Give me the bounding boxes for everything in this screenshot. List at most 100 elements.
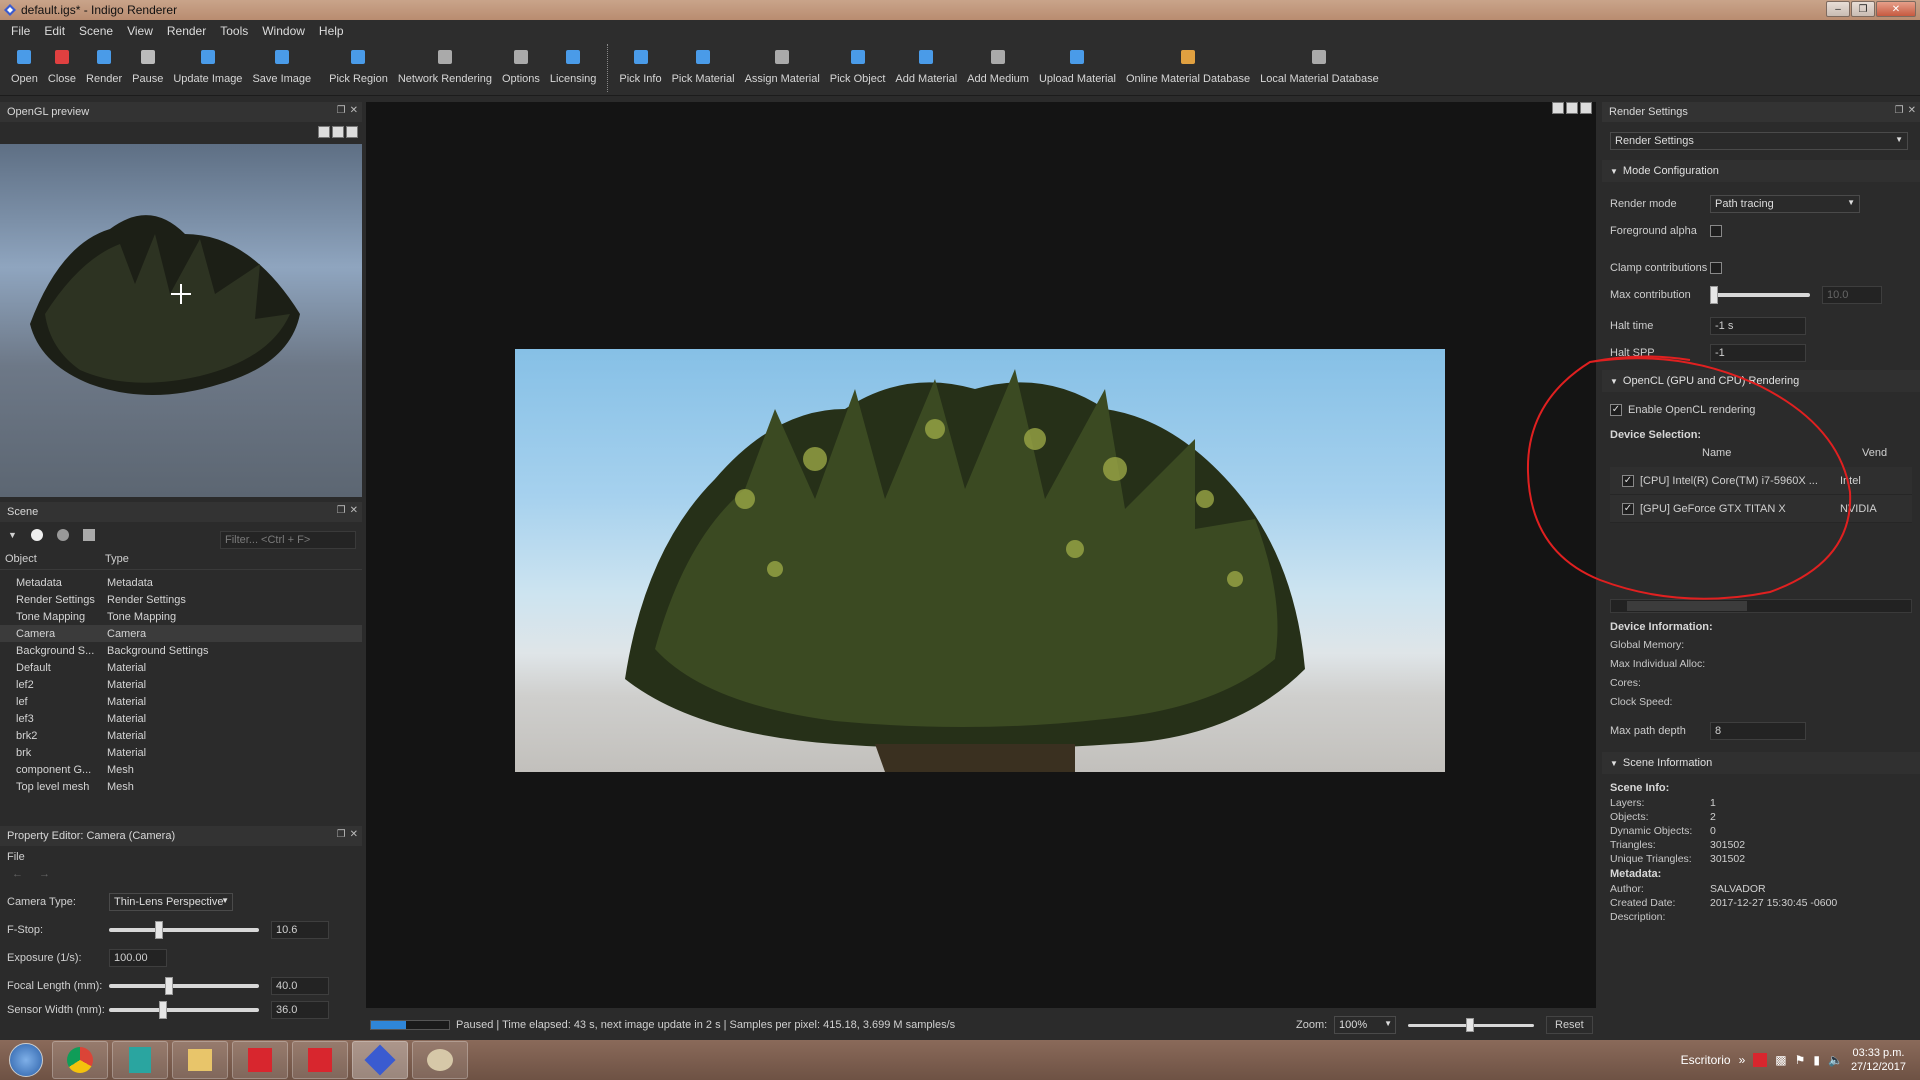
toolbar-pick-object-button[interactable]: Pick Object [825,42,891,94]
toolbar-add-material-button[interactable]: Add Material [890,42,962,94]
render-view-fit-button[interactable] [1566,102,1578,114]
fstop-slider[interactable] [109,921,259,939]
toolbar-pause-button[interactable]: Pause [127,42,168,94]
menu-scene[interactable]: Scene [72,24,120,38]
collapse-icon[interactable]: ▼ [8,530,17,540]
taskbar-app2[interactable] [112,1041,168,1079]
camera-type-select[interactable]: Thin-Lens Perspective ▼ [109,893,233,911]
render-mode-select[interactable]: Path tracing ▼ [1710,194,1860,213]
tray-app-icon[interactable] [1753,1053,1768,1067]
menu-render[interactable]: Render [160,24,213,38]
toolbar-pick-info-button[interactable]: Pick Info [614,42,666,94]
device-table-scrollbar[interactable] [1610,599,1912,613]
scene-row[interactable]: lef Material [0,693,362,710]
tray-network-icon[interactable]: ▩ [1775,1053,1786,1067]
device-checkbox[interactable]: ✓ [1622,502,1634,515]
view-add-button[interactable] [346,126,358,138]
toolbar-upload-material-button[interactable]: Upload Material [1034,42,1121,94]
scene-row[interactable]: component G... Mesh [0,761,362,778]
float-icon[interactable]: ❐ [337,829,346,840]
fstop-input[interactable]: 10.6 [271,921,329,939]
device-checkbox[interactable]: ✓ [1622,474,1634,487]
minimize-button[interactable]: – [1826,1,1850,17]
device-row[interactable]: ✓ [CPU] Intel(R) Core(TM) i7-5960X ... Int… [1610,467,1912,495]
toolbar-add-medium-button[interactable]: Add Medium [962,42,1034,94]
render-view-toggle-button[interactable] [1552,102,1564,114]
clock[interactable]: 03:33 p.m. 27/12/2017 [1851,1046,1906,1074]
toolbar-online-material-database-button[interactable]: Online Material Database [1121,42,1255,94]
scene-row[interactable]: Default Material [0,659,362,676]
signal-icon[interactable]: ▮ [1813,1053,1820,1067]
scene-row[interactable]: lef2 Material [0,676,362,693]
flag-icon[interactable]: ⚑ [1795,1053,1806,1067]
toolbar-save-image-button[interactable]: Save Image [247,42,316,94]
close-window-button[interactable]: ✕ [1876,1,1916,17]
tray-expand-icon[interactable]: » [1739,1053,1746,1067]
enable-opencl-checkbox[interactable]: ✓ [1610,403,1622,416]
halt-time-input[interactable]: -1 s [1710,316,1806,335]
foreground-alpha-checkbox[interactable] [1710,224,1722,237]
column-object[interactable]: Object [5,553,105,565]
add-mesh-icon[interactable] [82,529,95,541]
float-icon[interactable]: ❐ [337,505,346,516]
scene-row[interactable]: Tone Mapping Tone Mapping [0,608,362,625]
float-icon[interactable]: ❐ [337,105,346,116]
taskbar-chrome[interactable] [52,1041,108,1079]
sensor-width-slider[interactable] [109,1001,259,1019]
forward-arrow-icon[interactable]: → [39,868,50,888]
toolbar-network-rendering-button[interactable]: Network Rendering [393,42,497,94]
maximize-button[interactable]: ❐ [1851,1,1875,17]
menu-tools[interactable]: Tools [213,24,255,38]
render-settings-select[interactable]: Render Settings ▼ [1610,132,1908,150]
add-light-icon[interactable] [30,529,43,541]
menu-help[interactable]: Help [312,24,351,38]
scene-information-section[interactable]: ▼ Scene Information [1602,752,1920,774]
toolbar-assign-material-button[interactable]: Assign Material [740,42,825,94]
zoom-select[interactable]: 100% ▼ [1334,1016,1396,1034]
close-panel-icon[interactable]: ✕ [350,105,358,116]
toolbar-pick-region-button[interactable]: Pick Region [324,42,393,94]
clamp-checkbox[interactable] [1710,261,1722,274]
close-panel-icon[interactable]: ✕ [350,505,358,516]
toolbar-update-image-button[interactable]: Update Image [168,42,247,94]
taskbar-indigo[interactable] [352,1041,408,1079]
float-icon[interactable]: ❐ [1895,105,1904,116]
volume-icon[interactable]: 🔈 [1828,1053,1843,1067]
scene-row[interactable]: brk2 Material [0,727,362,744]
scene-row[interactable]: Render Settings Render Settings [0,591,362,608]
column-type[interactable]: Type [105,553,129,565]
desktop-toolbar-label[interactable]: Escritorio [1681,1053,1731,1067]
property-file-menu[interactable]: File [7,851,25,863]
toolbar-close-button[interactable]: Close [43,42,81,94]
taskbar-sketchup2[interactable] [292,1041,348,1079]
start-button[interactable] [0,1040,52,1080]
toolbar-render-button[interactable]: Render [81,42,127,94]
taskbar-sketchup[interactable] [232,1041,288,1079]
close-panel-icon[interactable]: ✕ [350,829,358,840]
scene-row[interactable]: Background S... Background Settings [0,642,362,659]
taskbar-paint[interactable] [412,1041,468,1079]
render-viewport[interactable] [366,102,1596,1008]
opencl-section[interactable]: ▼ OpenCL (GPU and CPU) Rendering [1602,370,1920,392]
focal-length-input[interactable]: 40.0 [271,977,329,995]
sensor-width-input[interactable]: 36.0 [271,1001,329,1019]
scene-row[interactable]: Camera Camera [0,625,362,642]
scene-filter-input[interactable]: Filter... <Ctrl + F> [220,531,356,549]
device-column-vendor[interactable]: Vend [1862,447,1887,459]
halt-spp-input[interactable]: -1 [1710,343,1806,362]
scene-row[interactable]: lef3 Material [0,710,362,727]
add-sphere-icon[interactable] [56,529,69,541]
toolbar-licensing-button[interactable]: Licensing [545,42,601,94]
reset-zoom-button[interactable]: Reset [1546,1016,1593,1034]
max-path-depth-input[interactable]: 8 [1710,721,1806,740]
opengl-viewport[interactable] [0,144,362,497]
zoom-slider[interactable] [1408,1017,1534,1032]
toolbar-local-material-database-button[interactable]: Local Material Database [1255,42,1384,94]
scene-row[interactable]: Top level mesh Mesh [0,778,362,795]
max-contribution-slider[interactable] [1710,285,1810,304]
mode-configuration-section[interactable]: ▼ Mode Configuration [1602,160,1920,182]
close-panel-icon[interactable]: ✕ [1908,105,1916,116]
toolbar-options-button[interactable]: Options [497,42,545,94]
render-view-add-button[interactable] [1580,102,1592,114]
device-row[interactable]: ✓ [GPU] GeForce GTX TITAN X NVIDIA [1610,495,1912,523]
